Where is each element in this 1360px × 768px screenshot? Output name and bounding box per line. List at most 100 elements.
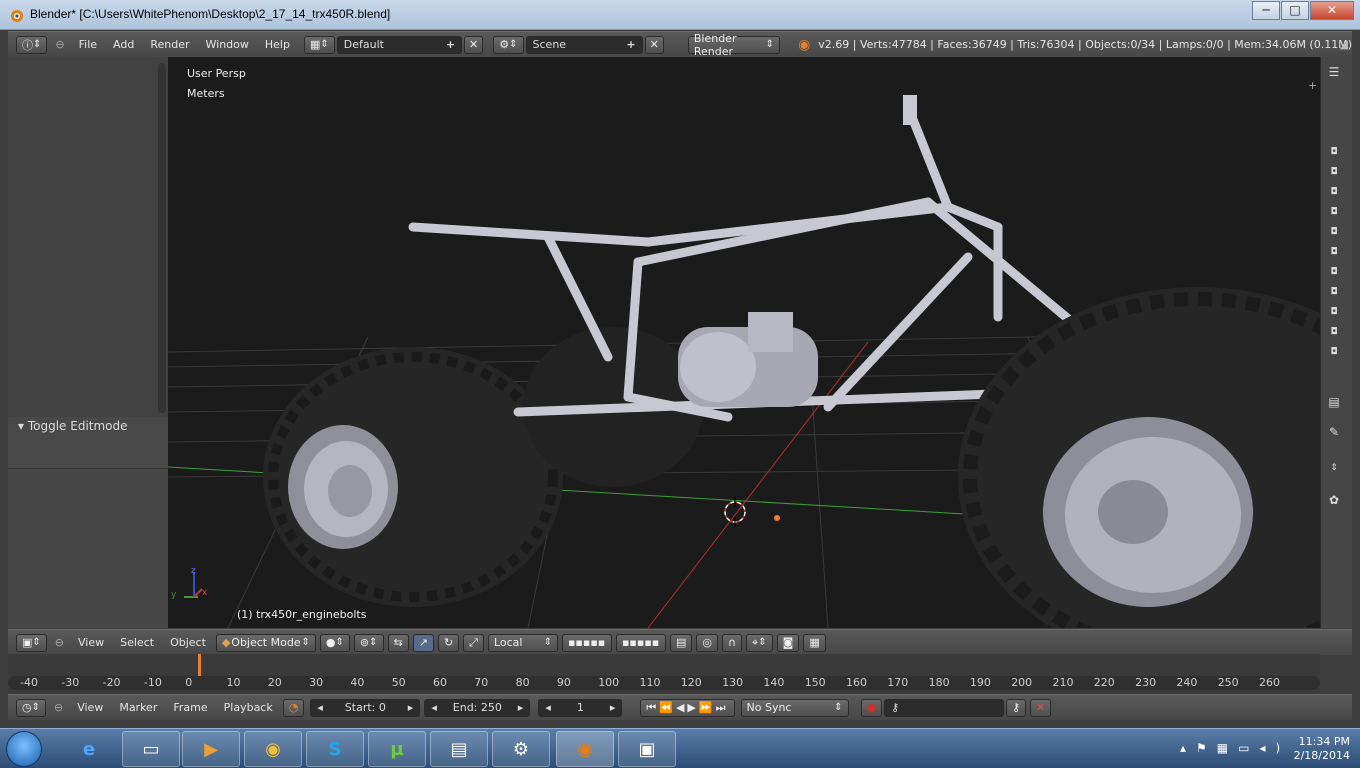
scroll-arrows-icon[interactable]: ⇕: [1327, 463, 1341, 475]
camera-icon[interactable]: ◘: [1327, 227, 1341, 239]
next-keyframe-icon[interactable]: ⏩: [699, 701, 716, 714]
camera-icon[interactable]: ◘: [1327, 207, 1341, 219]
orientation-select[interactable]: Local ⇕: [487, 633, 558, 652]
add-layout-icon[interactable]: +: [446, 38, 455, 51]
current-frame-indicator[interactable]: [198, 654, 201, 676]
jump-end-icon[interactable]: ⏭: [716, 701, 729, 715]
render-button[interactable]: ◙: [776, 633, 800, 652]
scene-field[interactable]: Scene +: [525, 35, 643, 54]
editor-type-button[interactable]: ▣ ⇕: [16, 633, 47, 652]
delete-keyframe-button[interactable]: ✕: [1030, 698, 1052, 717]
add-scene-icon[interactable]: +: [626, 38, 635, 51]
3d-viewport[interactable]: User Persp Meters (1) trx450r_enginebolt…: [168, 57, 1320, 628]
chrome-icon[interactable]: ◉: [244, 731, 302, 767]
menu-select[interactable]: Select: [112, 636, 162, 649]
camera-icon[interactable]: ◘: [1327, 307, 1341, 319]
current-frame-field[interactable]: ◂ 1 ▸: [538, 698, 623, 717]
menu-marker[interactable]: Marker: [111, 701, 165, 714]
layer-buttons-2[interactable]: ▪▪▪▪▪: [615, 633, 666, 652]
camera-icon[interactable]: ◘: [1327, 327, 1341, 339]
control-panel-icon[interactable]: ▤: [430, 731, 488, 767]
modifier-icon[interactable]: ✿: [1327, 493, 1341, 507]
pivot-select[interactable]: ⊚ ⇕: [353, 633, 384, 652]
screen-layout-field[interactable]: Default +: [336, 35, 463, 54]
timeline-area[interactable]: -40 -30 -20 -10 0 10 20 30 40 50 60 70 80 90 100 110 120…: [8, 654, 1320, 694]
minimize-button[interactable]: ─: [1252, 1, 1280, 20]
properties-toggle-icon[interactable]: +: [1308, 79, 1317, 92]
delete-scene-button[interactable]: ✕: [644, 35, 664, 54]
skype-icon[interactable]: S: [306, 731, 364, 767]
start-frame-field[interactable]: ◂ Start: 0 ▸: [310, 698, 421, 717]
menu-object[interactable]: Object: [162, 636, 214, 649]
ie-icon[interactable]: e: [60, 731, 118, 767]
tool-shelf-scrollbar[interactable]: [158, 63, 166, 413]
editor-type-button[interactable]: ◷ ⇕: [16, 698, 46, 717]
camera-icon[interactable]: ◘: [1327, 147, 1341, 159]
camera-icon[interactable]: ◘: [1327, 267, 1341, 279]
preview-range-button[interactable]: ◔: [282, 698, 305, 717]
rotate-manipulator[interactable]: ↻: [437, 633, 460, 652]
close-button[interactable]: ✕: [1310, 1, 1354, 20]
camera-icon[interactable]: ◘: [1327, 247, 1341, 259]
flag-icon[interactable]: ⚑: [1196, 741, 1217, 755]
editor-type-button[interactable]: ⓘ ⇕: [16, 35, 48, 54]
monitor-icon[interactable]: ▭: [1238, 741, 1259, 755]
collapse-menu-icon[interactable]: ⊖: [55, 38, 64, 51]
prev-keyframe-icon[interactable]: ⏪: [659, 701, 676, 714]
collapse-menu-icon[interactable]: ⊖: [54, 701, 63, 714]
play-icon[interactable]: ▶: [687, 701, 698, 714]
decrement-arrow-icon[interactable]: ◂: [431, 701, 437, 714]
scale-manipulator[interactable]: ⤢: [463, 633, 484, 652]
decrement-arrow-icon[interactable]: ◂: [317, 701, 323, 714]
lock-camera-button[interactable]: ▤: [669, 633, 693, 652]
increment-arrow-icon[interactable]: ▸: [408, 701, 414, 714]
steam-icon[interactable]: ⚙: [492, 731, 550, 767]
3d-cursor[interactable]: [724, 497, 746, 527]
render-anim-button[interactable]: ▦: [803, 633, 826, 652]
menu-help[interactable]: Help: [257, 38, 298, 51]
manipulator-toggle[interactable]: ⇆: [387, 633, 409, 652]
decrement-arrow-icon[interactable]: ◂: [545, 701, 551, 714]
end-frame-field[interactable]: ◂ End: 250 ▸: [424, 698, 531, 717]
camera-icon[interactable]: ◘: [1327, 287, 1341, 299]
properties-icon[interactable]: ▤: [1327, 395, 1341, 409]
menu-playback[interactable]: Playback: [216, 701, 281, 714]
timeline-ruler[interactable]: -40 -30 -20 -10 0 10 20 30 40 50 60 70 80 90 100 110 120…: [8, 676, 1320, 690]
clock[interactable]: 11:34 PM 2/18/2014: [1294, 735, 1350, 763]
snap-element-select[interactable]: ⌖ ⇕: [746, 633, 773, 652]
photo-icon[interactable]: ▣: [618, 731, 676, 767]
play-reverse-icon[interactable]: ◀: [676, 701, 687, 714]
menu-view[interactable]: View: [70, 636, 112, 649]
keying-set-field[interactable]: ⚷: [884, 698, 1005, 717]
menu-frame[interactable]: Frame: [165, 701, 215, 714]
blender-icon[interactable]: ◉: [556, 731, 614, 767]
maximize-button[interactable]: □: [1281, 1, 1309, 20]
utorrent-icon[interactable]: µ: [368, 731, 426, 767]
proportional-edit-button[interactable]: ◎: [696, 633, 718, 652]
explorer-icon[interactable]: ▭: [122, 731, 180, 767]
show-hidden-icon[interactable]: ▴: [1180, 741, 1196, 755]
outliner-icon[interactable]: ☰: [1327, 65, 1341, 79]
camera-icon[interactable]: ◘: [1327, 187, 1341, 199]
menu-render[interactable]: Render: [142, 38, 197, 51]
render-engine-select[interactable]: Blender Render ⇕: [687, 32, 781, 58]
translate-manipulator[interactable]: ↗: [412, 633, 434, 652]
delete-layout-button[interactable]: ✕: [464, 35, 484, 54]
record-button[interactable]: ●: [860, 698, 883, 717]
snap-button[interactable]: ∩: [721, 633, 743, 652]
mode-select[interactable]: ◆ Object Mode ⇕: [215, 633, 316, 652]
playback-controls[interactable]: ⏮ ⏪ ◀ ▶ ⏩ ⏭: [640, 698, 735, 717]
tray-icons[interactable]: ▴⚑▦▭◂): [1180, 741, 1290, 755]
menu-file[interactable]: File: [71, 38, 105, 51]
insert-keyframe-button[interactable]: ⚷: [1006, 698, 1027, 717]
area-split-icon[interactable]: ◢: [1340, 38, 1348, 51]
menu-window[interactable]: Window: [198, 38, 257, 51]
layer-buttons[interactable]: ▪▪▪▪▪: [561, 633, 612, 652]
start-button[interactable]: [6, 731, 42, 767]
increment-arrow-icon[interactable]: ▸: [610, 701, 616, 714]
toggle-editmode-panel[interactable]: ▾ Toggle Editmode: [18, 419, 128, 433]
shading-select[interactable]: ● ⇕: [319, 633, 350, 652]
volume-icon[interactable]: ◂): [1259, 741, 1290, 755]
screen-layout-icon[interactable]: ▦ ⇕: [303, 35, 335, 54]
menu-add[interactable]: Add: [105, 38, 142, 51]
